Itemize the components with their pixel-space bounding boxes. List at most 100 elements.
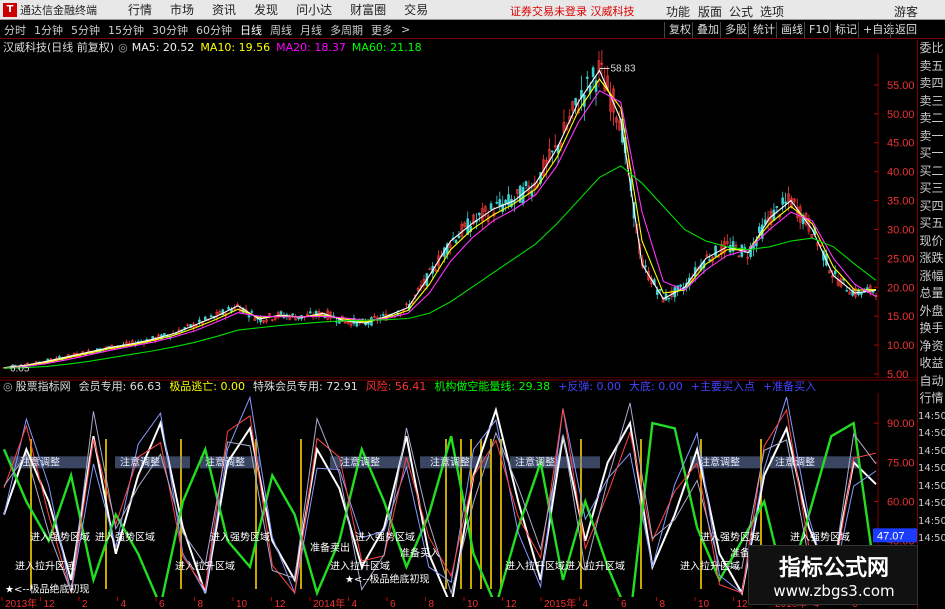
menu-trade[interactable]: 交易: [395, 1, 437, 18]
y-tick-label: 15.00: [887, 311, 915, 323]
candle-body: [291, 313, 295, 316]
annotation-label: 准备卖出: [310, 541, 350, 554]
quote-panel-item[interactable]: 14:50: [918, 478, 945, 496]
draw-line-button[interactable]: 画线: [776, 22, 807, 38]
quote-panel-item[interactable]: 卖五: [918, 58, 945, 76]
x-tick-label: 8: [660, 599, 666, 609]
high-label: 58.83: [611, 63, 636, 74]
chevron-right-icon[interactable]: >: [397, 23, 414, 36]
quote-panel-item[interactable]: 14:50: [918, 425, 945, 443]
quote-panel-item[interactable]: 涨幅: [918, 268, 945, 286]
menu-market[interactable]: 市场: [161, 1, 203, 18]
quote-panel-item[interactable]: 14:50: [918, 495, 945, 513]
quote-panel-item[interactable]: 外盘: [918, 303, 945, 321]
quote-panel-item[interactable]: 买四: [918, 198, 945, 216]
quote-panel-item[interactable]: 买二: [918, 163, 945, 181]
indicator-y-tick-label: 75.00: [887, 457, 915, 469]
menu-wealth[interactable]: 财富圈: [341, 1, 395, 18]
candle-body: [504, 199, 507, 204]
f10-button[interactable]: F10: [804, 22, 833, 38]
quote-panel-item[interactable]: 换手: [918, 320, 945, 338]
x-tick-label: 6: [390, 599, 396, 609]
x-tick-label: 6: [159, 599, 165, 609]
period-daily[interactable]: 日线: [236, 22, 266, 38]
stats-button[interactable]: 统计: [748, 22, 779, 38]
quote-panel-item[interactable]: 14:50: [918, 408, 945, 426]
overlay-button[interactable]: 叠加: [692, 22, 723, 38]
period-5min[interactable]: 5分钟: [67, 22, 104, 38]
menu-discover[interactable]: 发现: [245, 1, 287, 18]
period-60min[interactable]: 60分钟: [192, 22, 236, 38]
stock-name: 汉威科技(日线 前复权): [3, 41, 115, 54]
y-tick-label: 5.00: [887, 369, 908, 378]
x-tick-label: 10: [236, 599, 248, 609]
candle-body: [845, 290, 849, 292]
ma5-label: MA5: 20.52: [131, 40, 195, 54]
menu-guest[interactable]: 游客: [894, 3, 918, 20]
mark-button[interactable]: 标记: [830, 22, 861, 38]
quote-panel-item[interactable]: 买一: [918, 145, 945, 163]
period-multi[interactable]: 多周期: [326, 22, 367, 38]
quote-panel-item[interactable]: 卖三: [918, 93, 945, 111]
security-alert[interactable]: 证券交易未登录 汉威科技: [510, 3, 635, 19]
menu-layout[interactable]: 版面: [698, 3, 722, 20]
quote-panel-item[interactable]: 净资: [918, 338, 945, 356]
back-button[interactable]: 返回: [890, 22, 921, 38]
y-tick-label: 10.00: [887, 340, 915, 352]
candle-body: [498, 199, 502, 207]
kline-chart[interactable]: 55.00 50.00 45.00 40.00 35.00 30.00 25.00 20.00…: [0, 40, 917, 378]
watermark-url: www.zbgs3.com: [773, 582, 895, 600]
candle-body: [784, 201, 787, 204]
quote-panel-item[interactable]: 总量: [918, 285, 945, 303]
quote-panel-item[interactable]: 14:50: [918, 530, 945, 548]
period-15min[interactable]: 15分钟: [104, 22, 148, 38]
quote-panel-item[interactable]: 自动: [918, 373, 945, 391]
quote-panel-item[interactable]: 卖二: [918, 110, 945, 128]
menu-quotes[interactable]: 行情: [119, 1, 161, 18]
multi-stock-button[interactable]: 多股: [720, 22, 751, 38]
quote-panel-item[interactable]: 收益: [918, 355, 945, 373]
x-tick-label: 4: [121, 599, 127, 609]
annotation-label: ★<--极品绝底初现: [345, 573, 430, 586]
signal-bar: [300, 439, 302, 589]
period-weekly[interactable]: 周线: [266, 22, 296, 38]
candle-body: [478, 212, 481, 216]
x-tick-label: 12: [44, 599, 56, 609]
annotation-label: 进入强势区域: [700, 531, 760, 544]
candle-body: [250, 311, 254, 313]
period-30min[interactable]: 30分钟: [148, 22, 192, 38]
quote-panel-item[interactable]: 行情: [918, 390, 945, 408]
quote-panel-item[interactable]: 卖一: [918, 128, 945, 146]
quote-panel-item[interactable]: 买五: [918, 215, 945, 233]
quote-panel-item[interactable]: 买三: [918, 180, 945, 198]
adjust-button[interactable]: 复权: [664, 22, 695, 38]
quote-panel-item[interactable]: 14:50: [918, 513, 945, 531]
quote-panel-item[interactable]: 14:50: [918, 460, 945, 478]
candle-body: [227, 307, 230, 310]
x-tick-label: 2: [82, 599, 88, 609]
chart-bg: [0, 40, 917, 378]
period-monthly[interactable]: 月线: [296, 22, 326, 38]
menu-news[interactable]: 资讯: [203, 1, 245, 18]
y-tick-label: 20.00: [887, 282, 915, 294]
period-1min[interactable]: 1分钟: [30, 22, 67, 38]
extra-2: 大底: 0.00: [629, 380, 683, 393]
menu-ask[interactable]: 问小达: [287, 1, 341, 18]
menu-formula[interactable]: 公式: [729, 3, 753, 20]
annotation-label: 注意调整: [20, 455, 60, 468]
menu-function[interactable]: 功能: [666, 3, 690, 20]
settings-icon[interactable]: ◎: [3, 380, 13, 393]
settings-icon[interactable]: ◎: [118, 41, 128, 54]
quote-panel-item[interactable]: 现价: [918, 233, 945, 251]
quote-panel-item[interactable]: 委比: [918, 40, 945, 58]
quote-panel-item[interactable]: 卖四: [918, 75, 945, 93]
candle-body: [297, 317, 300, 320]
period-more[interactable]: 更多: [367, 22, 397, 38]
candle-body: [714, 245, 717, 257]
indicator-y-tick-label: 60.00: [887, 497, 915, 509]
period-timeshare[interactable]: 分时: [0, 22, 30, 38]
menu-options[interactable]: 选项: [760, 3, 784, 20]
annotation-label: 进入强势区域: [210, 531, 270, 544]
quote-panel-item[interactable]: 涨跌: [918, 250, 945, 268]
quote-panel-item[interactable]: 14:50: [918, 443, 945, 461]
